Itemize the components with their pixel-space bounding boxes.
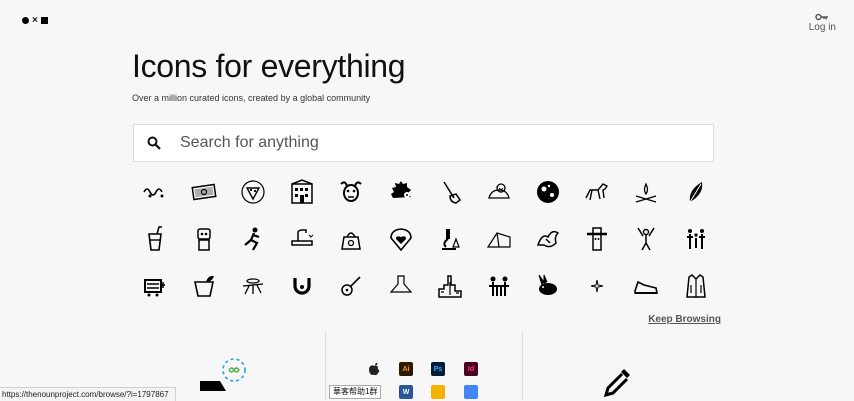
feather-leaf-icon[interactable]: [671, 168, 720, 215]
horse-icon[interactable]: [573, 168, 622, 215]
key-icon: [815, 13, 829, 21]
illustrator-icon: Ai: [399, 362, 413, 376]
docs-icon: [464, 385, 478, 399]
guitar-icon[interactable]: [327, 262, 376, 309]
hand-wand-icon[interactable]: [425, 168, 474, 215]
truck-cart-icon[interactable]: [130, 262, 179, 309]
range-hood-icon[interactable]: [376, 262, 425, 309]
search-bar[interactable]: [133, 124, 714, 162]
page-title: Icons for everything: [132, 48, 406, 84]
microscope-icon[interactable]: [425, 215, 474, 262]
dragon-icon[interactable]: [524, 215, 573, 262]
hand-snail-icon[interactable]: [474, 168, 523, 215]
robot-icon[interactable]: [179, 215, 228, 262]
eyedropper-icon: [603, 369, 630, 398]
horseshoe-icon[interactable]: [278, 262, 327, 309]
slides-icon: [431, 385, 445, 399]
bowl-plant-icon[interactable]: [179, 262, 228, 309]
goat-face-icon[interactable]: [327, 168, 376, 215]
photoshop-icon: Ps: [431, 362, 445, 376]
building-icon[interactable]: [278, 168, 327, 215]
section-divider: [522, 331, 523, 400]
section-divider: [325, 331, 326, 400]
rabbit-icon[interactable]: [524, 262, 573, 309]
campfire-icon[interactable]: [622, 168, 671, 215]
family-icon[interactable]: [671, 215, 720, 262]
keep-browsing-link[interactable]: Keep Browsing: [648, 314, 721, 325]
word-icon: W: [399, 385, 413, 399]
logo-dot: [22, 17, 29, 24]
indesign-icon: Id: [464, 362, 478, 376]
page-subtitle: Over a million curated icons, created by…: [132, 93, 371, 103]
money-cash-icon[interactable]: [179, 168, 228, 215]
heart-shield-icon[interactable]: [376, 215, 425, 262]
city-skyline-icon[interactable]: [425, 262, 474, 309]
hedgehog-icon[interactable]: [376, 168, 425, 215]
search-icon: [147, 136, 161, 150]
login-button[interactable]: Log in: [809, 13, 836, 33]
cheerleader-icon[interactable]: [622, 215, 671, 262]
icon-grid: [130, 168, 720, 309]
sneaker-icon[interactable]: [622, 262, 671, 309]
pizza-badge-icon[interactable]: [228, 168, 277, 215]
status-bar-url: https://thenounproject.com/browse/?i=179…: [0, 387, 176, 401]
squiggle-icon[interactable]: [130, 168, 179, 215]
jacket-icon[interactable]: [671, 262, 720, 309]
mosquito-icon[interactable]: [228, 262, 277, 309]
climber-icon[interactable]: [228, 215, 277, 262]
moon-face-icon[interactable]: [524, 168, 573, 215]
totem-icon[interactable]: [573, 215, 622, 262]
sync-icon: [200, 358, 246, 391]
noun-project-logo-icon[interactable]: ×: [22, 15, 48, 26]
logo-square: [40, 17, 48, 24]
people-table-icon[interactable]: [474, 262, 523, 309]
logo-x: ×: [32, 15, 38, 26]
tent-icon[interactable]: [474, 215, 523, 262]
cup-straw-icon[interactable]: [130, 215, 179, 262]
search-input[interactable]: [178, 133, 682, 153]
apple-icon: [369, 362, 380, 376]
sink-faucet-icon[interactable]: [278, 215, 327, 262]
sparkle-icon[interactable]: [573, 262, 622, 309]
login-label: Log in: [808, 22, 836, 33]
kettle-icon[interactable]: [327, 215, 376, 262]
ime-chip: 華客帮助1群: [329, 385, 382, 399]
